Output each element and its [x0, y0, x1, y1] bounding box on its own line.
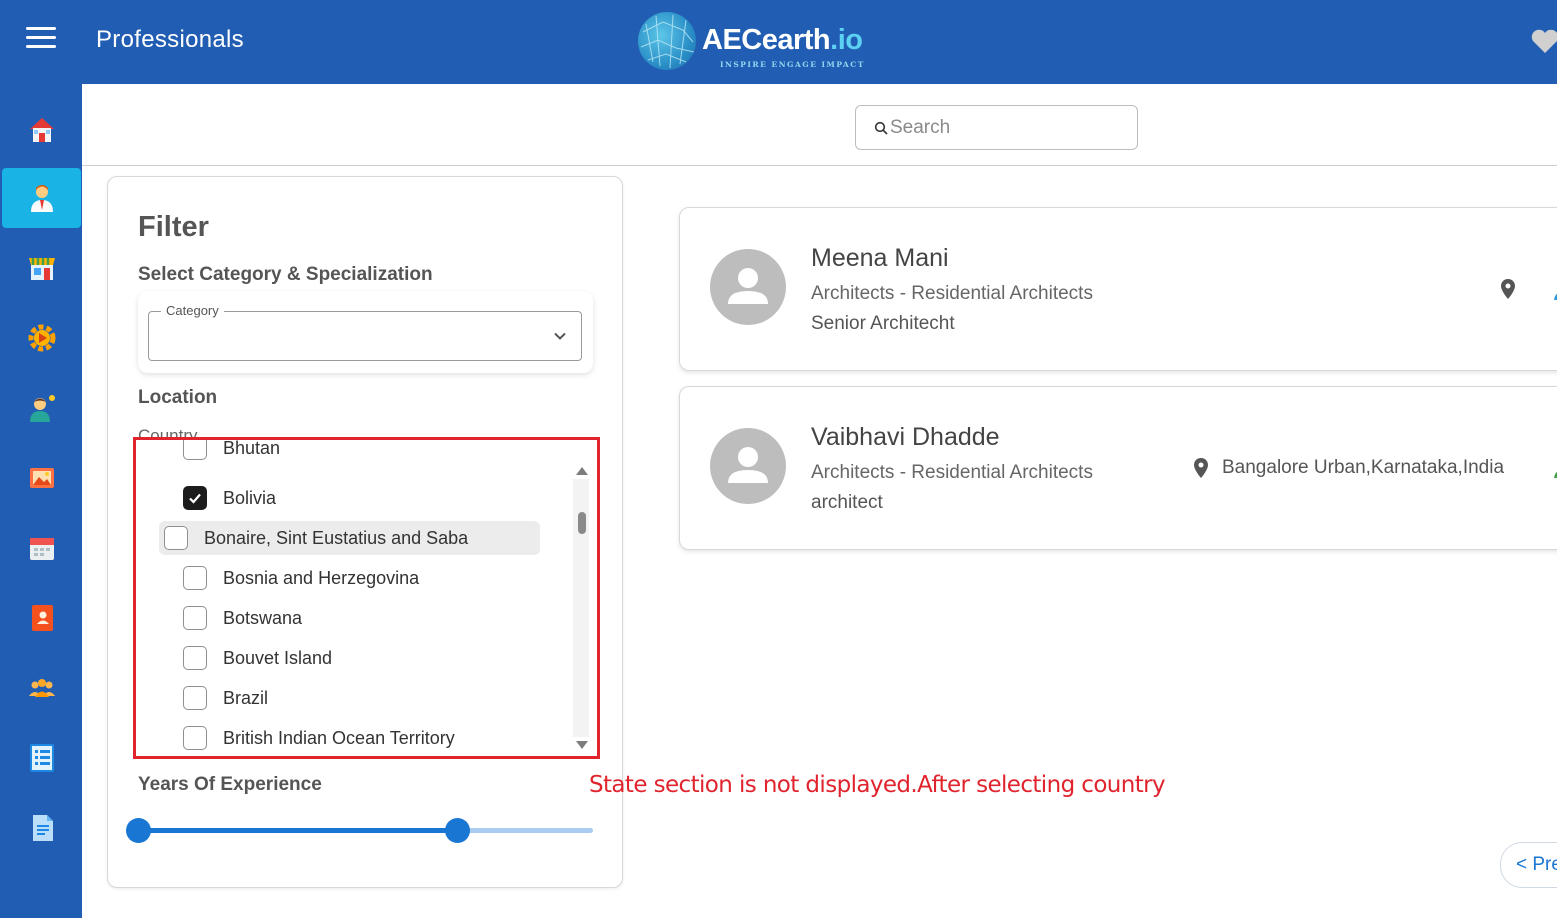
- scrollbar-thumb[interactable]: [578, 512, 586, 534]
- search-input[interactable]: [890, 116, 1120, 139]
- sidebar-item-home[interactable]: [2, 100, 81, 160]
- top-app-bar: Professionals AECearth.io INSPIRE ENGAGE…: [0, 0, 1557, 84]
- gallery-icon: [29, 468, 54, 488]
- list-item-country[interactable]: Bouvet Island: [178, 641, 534, 675]
- professional-role: architect: [811, 492, 883, 513]
- list-item-country[interactable]: Bhutan: [178, 439, 534, 465]
- consultant-icon: [29, 395, 55, 422]
- category-card: Category: [138, 291, 593, 373]
- logo-tagline: INSPIRE ENGAGE IMPACT: [720, 60, 865, 69]
- user-placeholder-icon: [728, 447, 768, 483]
- category-select[interactable]: Category: [148, 303, 582, 361]
- professional-name[interactable]: Vaibhavi Dhadde: [811, 423, 1000, 452]
- professional-card[interactable]: Vaibhavi Dhadde Architects - Residential…: [679, 386, 1557, 550]
- checkbox[interactable]: [183, 606, 207, 630]
- checkbox[interactable]: [164, 526, 188, 550]
- sidebar-item-consultants[interactable]: [2, 378, 81, 438]
- sidebar-item-documents[interactable]: [2, 798, 81, 858]
- scroll-up-arrow-icon[interactable]: [576, 467, 588, 475]
- chevron-down-icon: [554, 332, 566, 340]
- search-box[interactable]: [855, 105, 1138, 150]
- list-item-country[interactable]: Bonaire, Sint Eustatius and Saba: [159, 521, 540, 555]
- sidebar-item-services[interactable]: [2, 308, 81, 368]
- avatar: [710, 249, 786, 325]
- heart-icon[interactable]: [1530, 28, 1557, 54]
- aecearth-logo[interactable]: AECearth.io INSPIRE ENGAGE IMPACT: [638, 12, 878, 74]
- previous-page-button[interactable]: < Pre: [1500, 842, 1557, 888]
- logo-wordmark: AECearth.io: [702, 24, 863, 56]
- contact-book-icon: [31, 605, 53, 631]
- gear-play-icon: [28, 324, 55, 352]
- contact-person-icon[interactable]: [1551, 281, 1557, 301]
- professional-name[interactable]: Meena Mani: [811, 244, 949, 273]
- home-icon: [29, 118, 54, 142]
- experience-slider-min-thumb[interactable]: [126, 818, 151, 843]
- page-title: Professionals: [96, 26, 244, 53]
- sidebar-item-calendar[interactable]: [2, 518, 81, 578]
- checkbox-checked[interactable]: [183, 486, 207, 510]
- country-name: Bolivia: [223, 487, 277, 508]
- bug-annotation-text: State section is not displayed.After sel…: [589, 772, 1166, 798]
- user-placeholder-icon: [728, 268, 768, 304]
- country-name: Bouvet Island: [223, 647, 333, 668]
- filter-title: Filter: [138, 211, 209, 243]
- checkbox[interactable]: [183, 566, 207, 590]
- avatar: [710, 428, 786, 504]
- sidebar-item-listings[interactable]: [2, 728, 81, 788]
- category-label: Category: [161, 303, 224, 318]
- checkbox[interactable]: [183, 686, 207, 710]
- country-name: Bhutan: [223, 439, 281, 458]
- calendar-icon: [29, 538, 54, 560]
- category-heading: Select Category & Specialization: [138, 264, 433, 285]
- contact-person-icon[interactable]: [1551, 459, 1557, 479]
- professional-card[interactable]: Meena Mani Architects - Residential Arch…: [679, 207, 1557, 371]
- experience-slider-max-thumb[interactable]: [444, 818, 470, 843]
- checkbox[interactable]: [183, 439, 207, 460]
- professional-category: Architects - Residential Architects: [811, 462, 1093, 483]
- sidebar-item-community[interactable]: [2, 658, 81, 718]
- country-name: Botswana: [223, 607, 303, 628]
- professional-role: Senior Architecht: [811, 313, 955, 334]
- list-icon: [29, 744, 54, 772]
- location-pin-icon: [1501, 279, 1515, 299]
- scroll-down-arrow-icon[interactable]: [576, 741, 588, 749]
- country-name: British Indian Ocean Territory: [223, 727, 455, 748]
- sidebar-item-store[interactable]: [2, 238, 81, 298]
- store-icon: [28, 258, 55, 280]
- experience-heading: Years Of Experience: [138, 774, 322, 795]
- country-list[interactable]: Bhutan Bolivia Bonaire, Sint Eustatius a…: [135, 439, 597, 755]
- search-icon: [874, 121, 888, 135]
- country-name: Bonaire, Sint Eustatius and Saba: [204, 527, 469, 548]
- sidebar-item-professionals[interactable]: [2, 168, 81, 228]
- group-icon: [28, 679, 55, 697]
- document-icon: [32, 815, 53, 841]
- list-item-country[interactable]: Bolivia: [178, 481, 534, 515]
- professional-category: Architects - Residential Architects: [811, 283, 1093, 304]
- country-name: Bosnia and Herzegovina: [223, 567, 420, 588]
- search-toolbar: [82, 84, 1557, 166]
- hamburger-icon[interactable]: [26, 27, 56, 53]
- sidebar-item-gallery[interactable]: [2, 448, 81, 508]
- location-pin-icon: [1194, 458, 1208, 478]
- checkbox[interactable]: [183, 646, 207, 670]
- list-item-country[interactable]: British Indian Ocean Territory: [178, 721, 534, 755]
- globe-logo-icon: [638, 12, 696, 70]
- experience-slider-fill: [138, 828, 457, 833]
- list-item-country[interactable]: Brazil: [178, 681, 534, 715]
- list-item-country[interactable]: Bosnia and Herzegovina: [178, 561, 534, 595]
- sidebar: [0, 84, 82, 918]
- professional-icon: [30, 185, 53, 212]
- checkmark-icon: [189, 493, 201, 504]
- list-item-country[interactable]: Botswana: [178, 601, 534, 635]
- filter-panel: Filter Select Category & Specialization …: [107, 176, 623, 888]
- sidebar-item-contacts[interactable]: [2, 588, 81, 648]
- location-heading: Location: [138, 387, 218, 408]
- checkbox[interactable]: [183, 726, 207, 750]
- professional-location: Bangalore Urban,Karnataka,India: [1222, 457, 1505, 478]
- country-name: Brazil: [223, 687, 269, 708]
